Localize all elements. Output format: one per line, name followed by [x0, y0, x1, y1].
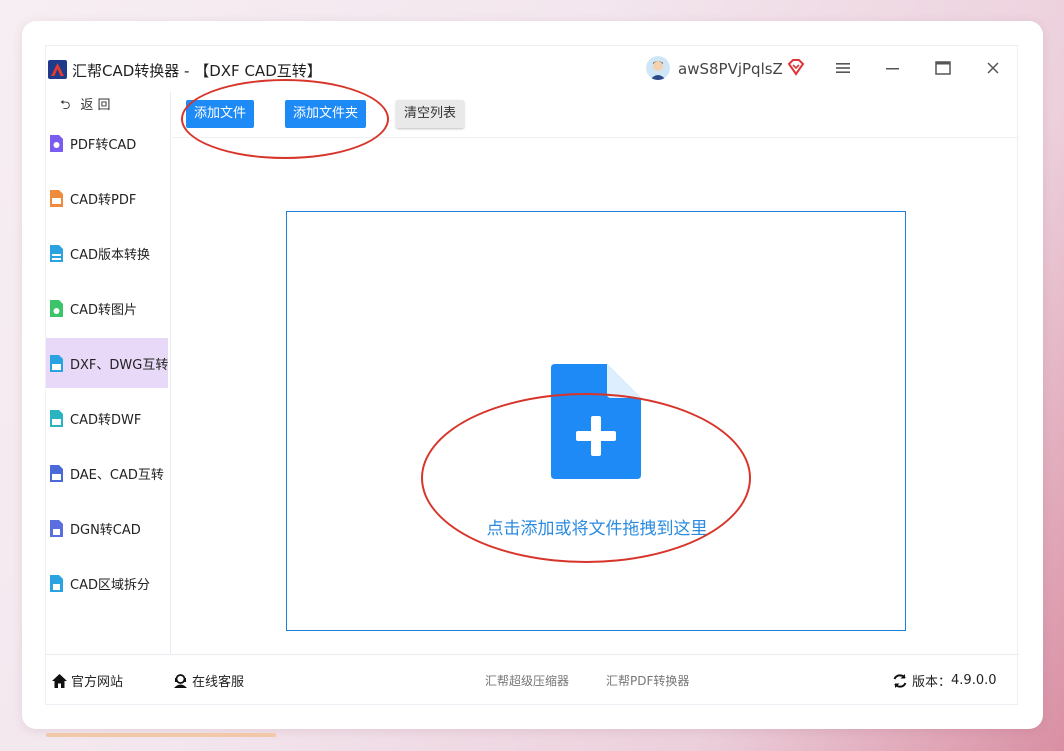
- back-arrow-icon: ⮌: [60, 98, 71, 113]
- sidebar-item-label: CAD转DWF: [70, 412, 142, 428]
- online-support-label: 在线客服: [192, 675, 245, 690]
- sidebar-item-label: DXF、DWG互转: [70, 357, 169, 373]
- sidebar-item-cad-to-image[interactable]: CAD转图片: [46, 283, 168, 333]
- sidebar-item-cad-to-dwf[interactable]: CAD转DWF: [46, 393, 168, 443]
- sidebar-item-cad-to-pdf[interactable]: CAD转PDF: [46, 173, 168, 223]
- sidebar-item-label: CAD版本转换: [70, 247, 150, 263]
- cad-split-icon: [50, 574, 63, 592]
- menu-button[interactable]: [833, 58, 853, 78]
- vip-diamond-icon[interactable]: [787, 58, 805, 76]
- cad-version-icon: [50, 244, 63, 262]
- sidebar-item-label: CAD转图片: [70, 302, 137, 318]
- online-support-link[interactable]: 在线客服: [172, 671, 244, 690]
- sidebar: ⮌ 返 回 PDF转CAD CAD转PDF CAD版本转换 CAD转图片 DXF、…: [46, 92, 171, 654]
- sidebar-item-label: DAE、CAD互转: [70, 467, 164, 483]
- official-website-label: 官方网站: [71, 675, 124, 690]
- version-label: 版本：: [912, 675, 952, 690]
- maximize-button[interactable]: [933, 58, 953, 78]
- sidebar-item-cad-split[interactable]: CAD区域拆分: [46, 558, 168, 608]
- clear-list-button[interactable]: 清空列表: [396, 100, 465, 128]
- pdf-to-cad-icon: [50, 134, 63, 152]
- window-title: 汇帮CAD转换器 - 【DXF CAD互转】: [72, 62, 322, 80]
- support-agent-icon: [174, 673, 187, 688]
- back-label: 返 回: [80, 98, 111, 113]
- menu-icon: [836, 63, 850, 73]
- refresh-icon: [893, 673, 907, 688]
- compressor-link[interactable]: 汇帮超级压缩器: [485, 672, 569, 689]
- pdf-converter-link[interactable]: 汇帮PDF转换器: [606, 672, 689, 689]
- add-folder-button[interactable]: 添加文件夹: [285, 100, 367, 128]
- sidebar-item-dae-cad[interactable]: DAE、CAD互转: [46, 448, 168, 498]
- dgn-to-cad-icon: [50, 519, 63, 537]
- app-window: 汇帮CAD转换器 - 【DXF CAD互转】 awS8PVjPqlsZ ⮌ 返 …: [45, 45, 1019, 705]
- maximize-icon: [935, 61, 951, 75]
- sidebar-item-dgn-to-cad[interactable]: DGN转CAD: [46, 503, 168, 553]
- sidebar-item-pdf-to-cad[interactable]: PDF转CAD: [46, 118, 168, 168]
- sidebar-item-label: CAD转PDF: [70, 192, 137, 208]
- sidebar-item-dxf-dwg[interactable]: DXF、DWG互转: [46, 338, 168, 388]
- close-icon: [987, 62, 999, 74]
- cad-to-pdf-icon: [50, 189, 63, 207]
- close-button[interactable]: [983, 58, 1003, 78]
- app-logo-icon: [48, 60, 67, 79]
- add-file-icon: [551, 364, 641, 479]
- sidebar-item-label: PDF转CAD: [70, 137, 137, 153]
- cad-to-dwf-icon: [50, 409, 63, 427]
- version-number: 4.9.0.0: [951, 673, 997, 688]
- taskbar-indicator: [46, 733, 276, 737]
- dxf-dwg-icon: [50, 354, 63, 372]
- minimize-button[interactable]: [883, 58, 903, 78]
- file-drop-zone[interactable]: 点击添加或将文件拖拽到这里: [286, 211, 906, 631]
- back-button[interactable]: ⮌ 返 回: [60, 94, 111, 118]
- username[interactable]: awS8PVjPqlsZ: [678, 60, 783, 78]
- cad-to-image-icon: [50, 299, 63, 317]
- avatar[interactable]: [646, 56, 670, 80]
- add-file-button[interactable]: 添加文件: [186, 100, 255, 128]
- title-bar: 汇帮CAD转换器 - 【DXF CAD互转】 awS8PVjPqlsZ: [46, 46, 1019, 92]
- dae-cad-icon: [50, 464, 63, 482]
- sidebar-item-label: DGN转CAD: [70, 522, 141, 538]
- home-icon: [52, 673, 67, 688]
- drop-hint-text: 点击添加或将文件拖拽到这里: [486, 519, 708, 539]
- toolbar: 添加文件 添加文件夹 清空列表: [172, 92, 1019, 138]
- user-avatar-icon: [646, 56, 670, 80]
- sidebar-item-label: CAD区域拆分: [70, 577, 150, 593]
- footer: 官方网站 在线客服 汇帮超级压缩器 汇帮PDF转换器 版本： 4.9.0.0: [46, 654, 1019, 704]
- sidebar-item-cad-version[interactable]: CAD版本转换: [46, 228, 168, 278]
- official-website-link[interactable]: 官方网站: [51, 671, 123, 690]
- version-info[interactable]: 版本： 4.9.0.0: [892, 671, 997, 690]
- minimize-icon: [886, 68, 899, 70]
